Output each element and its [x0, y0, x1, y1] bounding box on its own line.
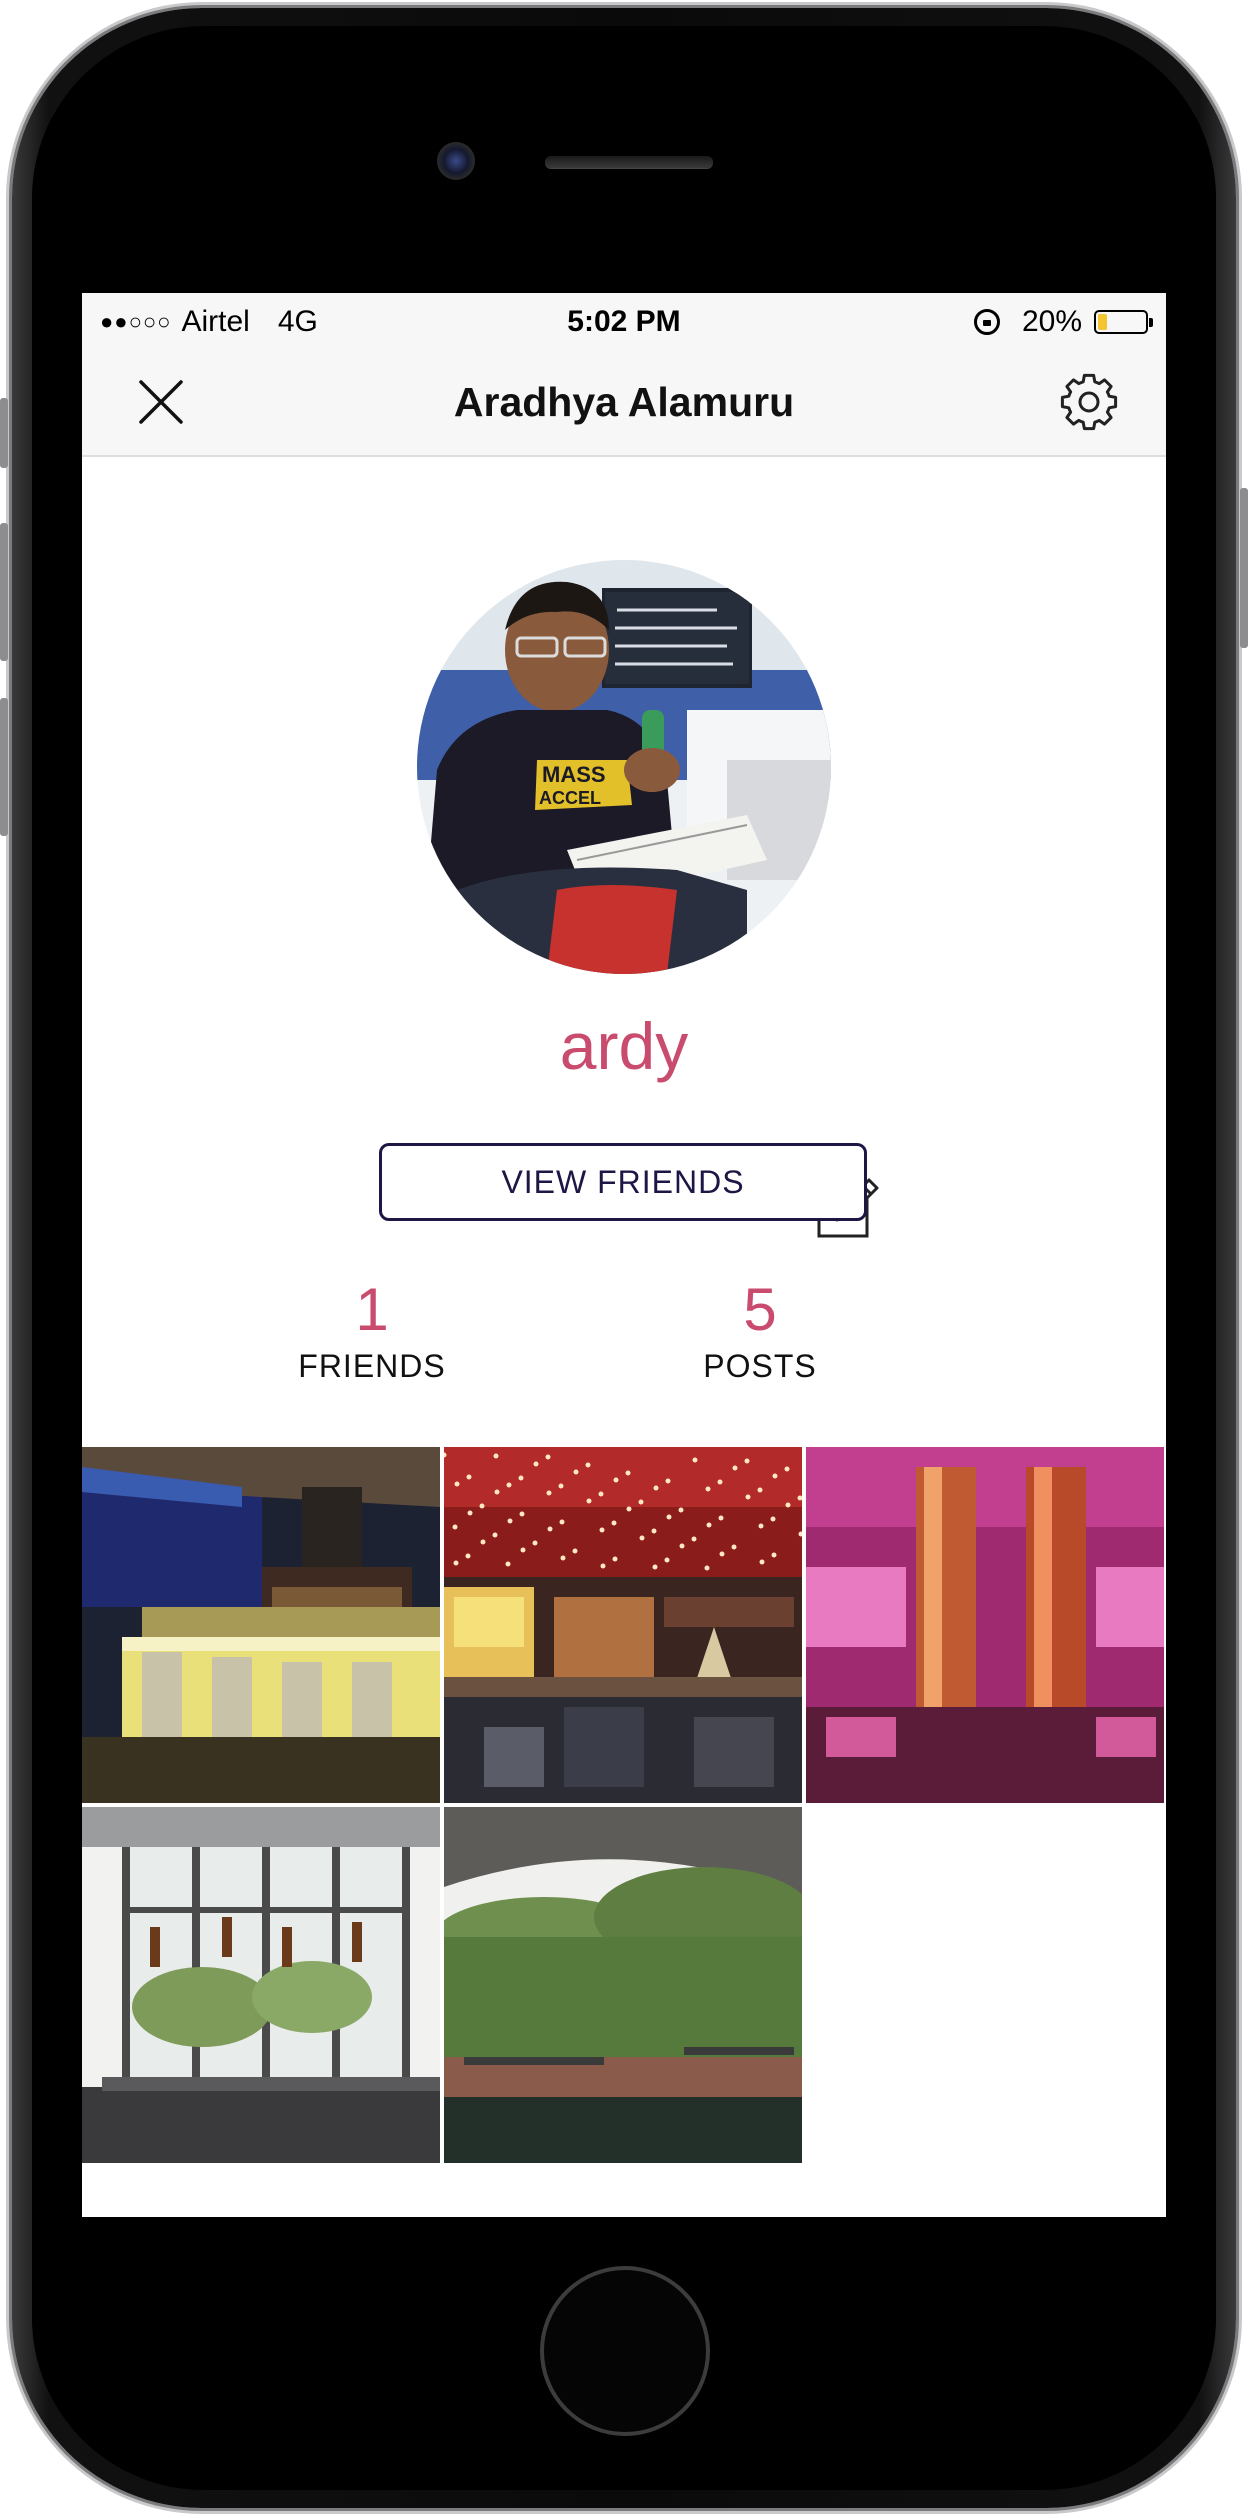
friends-label: FRIENDS [298, 1348, 446, 1384]
svg-text:ACCEL: ACCEL [539, 788, 601, 808]
mute-switch [0, 398, 8, 468]
page-title: Aradhya Alamuru [453, 379, 795, 425]
status-bar: ●●○○○ Airtel 4G 5:02 PM 20% [82, 293, 1166, 349]
friends-count: 1 [355, 1276, 389, 1343]
battery-level-fill [1098, 314, 1108, 330]
post-thumbnail[interactable] [82, 1807, 440, 2163]
svg-text:MASS: MASS [542, 762, 606, 787]
profile-photo-container: MASS ACCEL [417, 560, 879, 1238]
home-button[interactable] [540, 2266, 710, 2436]
posts-stat[interactable]: 5 POSTS [610, 1278, 910, 1385]
navigation-bar: Aradhya Alamuru [82, 349, 1166, 457]
post-thumbnail[interactable] [82, 1447, 440, 1803]
earpiece-speaker [545, 156, 713, 168]
friends-stat[interactable]: 1 FRIENDS [222, 1278, 522, 1385]
volume-up-button [0, 523, 8, 661]
power-button [1240, 488, 1248, 648]
app-screen: ●●○○○ Airtel 4G 5:02 PM 20% Aradhya Alam… [82, 293, 1166, 2217]
post-thumbnail[interactable] [444, 1807, 802, 2163]
volume-down-button [0, 698, 8, 836]
rotation-lock-icon [973, 309, 1000, 335]
post-thumbnail[interactable] [806, 1447, 1164, 1803]
front-camera [437, 142, 475, 180]
posts-label: POSTS [703, 1348, 817, 1384]
avatar[interactable]: MASS ACCEL [417, 560, 831, 974]
posts-count: 5 [743, 1276, 777, 1343]
battery-percentage: 20% [1021, 305, 1082, 338]
post-thumbnail[interactable] [444, 1447, 802, 1803]
view-friends-button[interactable]: VIEW FRIENDS [379, 1143, 867, 1221]
battery-icon [1094, 310, 1153, 334]
gear-icon[interactable] [1058, 371, 1120, 433]
username: ardy [559, 1009, 689, 1083]
